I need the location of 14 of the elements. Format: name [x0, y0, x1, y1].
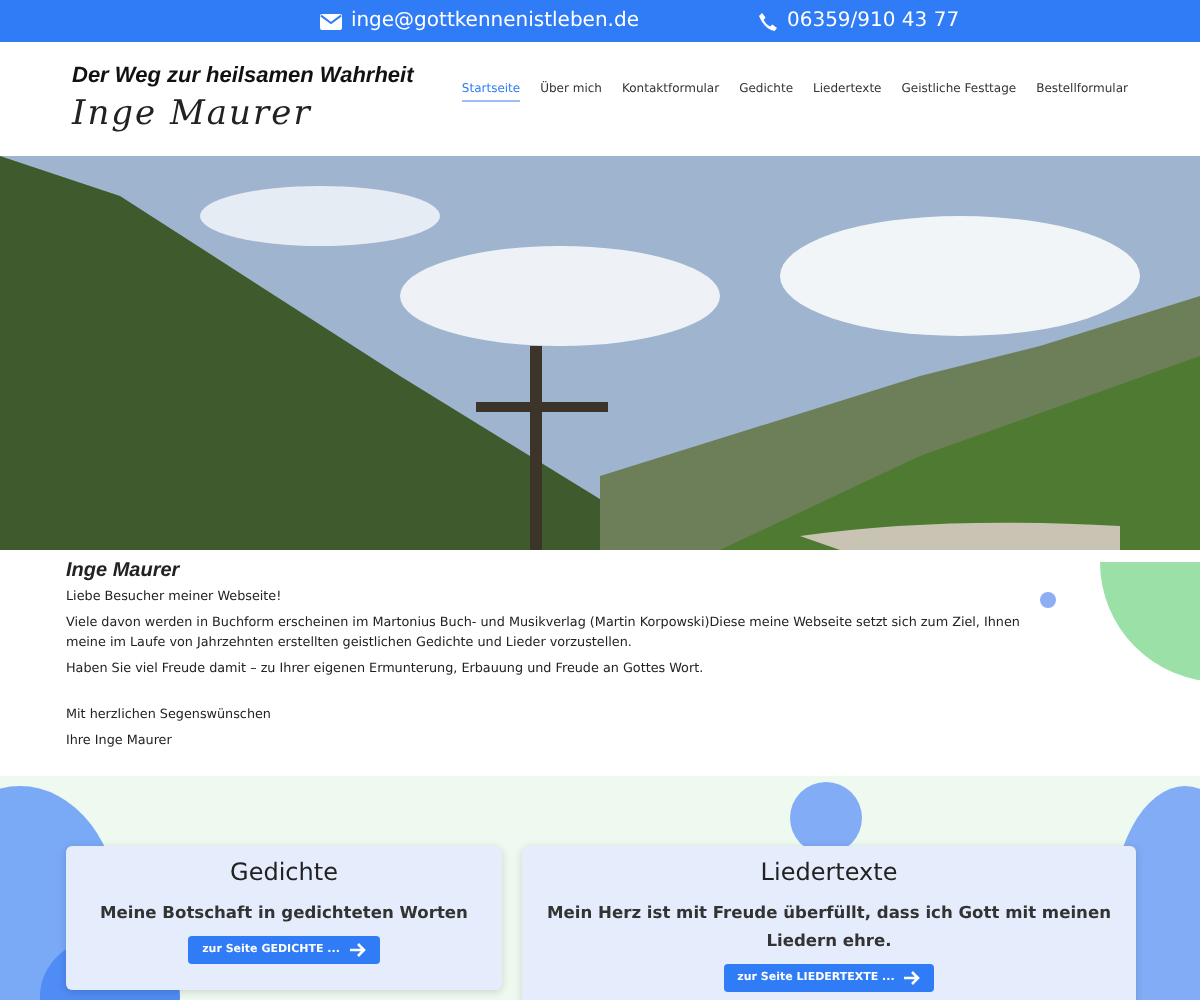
- arrow-icon: [349, 942, 366, 959]
- intro-title: Inge Maurer: [66, 560, 182, 582]
- email-link[interactable]: inge@gottkennenistleben.de: [350, 10, 639, 32]
- site-tagline: Der Weg zur heilsamen Wahrheit: [72, 64, 416, 88]
- dot-decoration: [1040, 592, 1056, 608]
- card-title: Gedichte: [230, 858, 338, 886]
- card-text: Mein Herz ist mit Freude überfüllt, dass ich Gott mit meinen Liedern ehre.: [545, 900, 1113, 955]
- phone-icon: [758, 11, 779, 31]
- site-logo[interactable]: Inge Maurer: [72, 94, 456, 134]
- envelope-icon: [320, 13, 343, 29]
- card-text: Meine Botschaft in gedichteten Worten: [100, 900, 468, 926]
- arrow-icon: [904, 970, 921, 987]
- phone-link[interactable]: 06359/910 43 77: [786, 10, 960, 32]
- card-title: Liedertexte: [760, 858, 898, 886]
